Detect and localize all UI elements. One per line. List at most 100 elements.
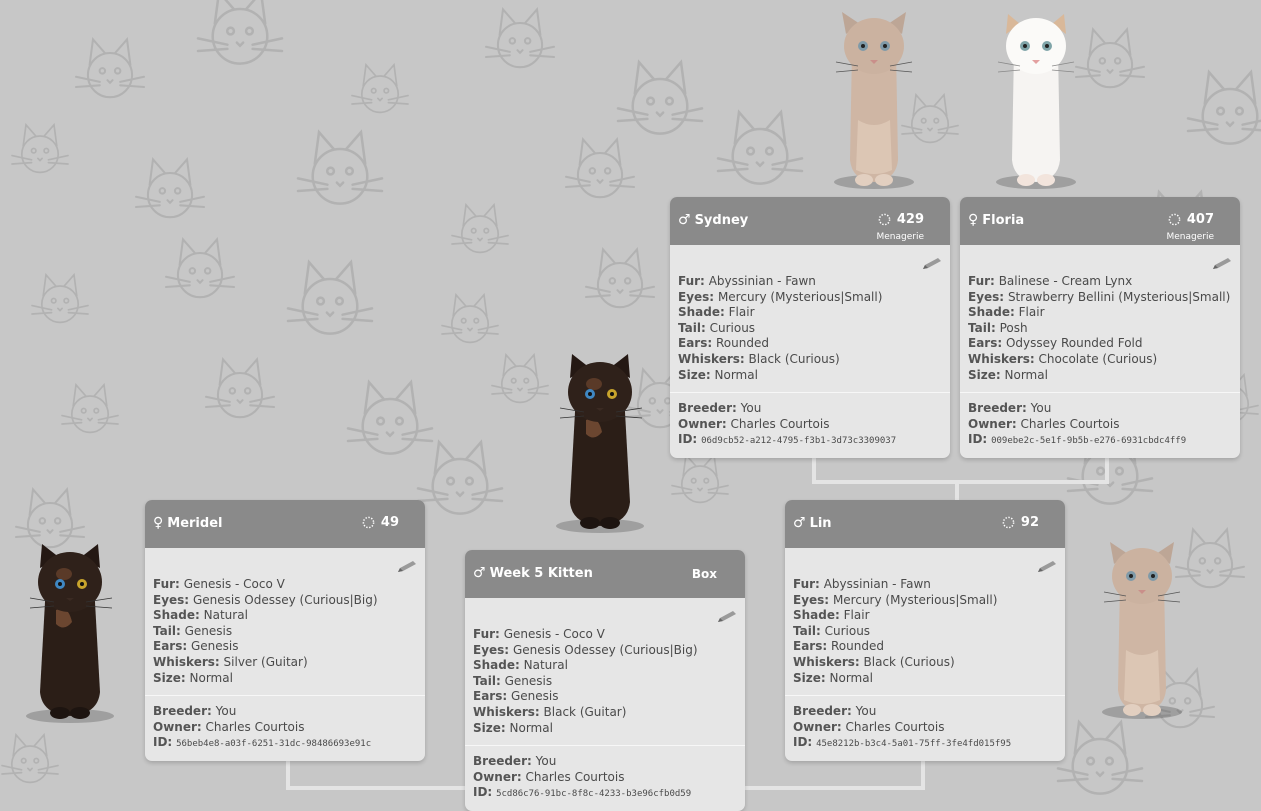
cat-face-pattern-icon — [14, 488, 86, 549]
trait-ears: Ears: Rounded — [678, 336, 769, 351]
owner-row: Owner: Charles Courtois — [968, 416, 1120, 431]
traits-section: Fur: Abyssinian - Fawn Eyes: Mercury (My… — [670, 245, 950, 392]
trait-whiskers: Whiskers: Black (Curious) — [793, 654, 955, 669]
cat-face-pattern-icon — [491, 353, 549, 404]
trait-eyes: Eyes: Mercury (Mysterious|Small) — [678, 289, 883, 304]
tree-connector — [286, 761, 290, 789]
cat-face-pattern-icon — [286, 260, 374, 335]
trait-fur: Fur: Abyssinian - Fawn — [793, 577, 931, 591]
pencil-icon[interactable] — [920, 257, 942, 271]
trait-tail: Tail: Curious — [678, 320, 756, 335]
trait-size: Size: Normal — [473, 720, 553, 735]
cat-name: Week 5 Kitten — [489, 565, 593, 581]
cat-face-pattern-icon — [11, 123, 69, 174]
trait-ears: Ears: Rounded — [793, 639, 884, 654]
male-gender-icon: ♂ — [793, 515, 806, 531]
card-header: ♂ Sydney 429 Menagerie — [670, 197, 950, 245]
cat-figure-sydney[interactable] — [828, 10, 920, 192]
cat-face-pattern-icon — [441, 293, 499, 344]
cat-face-pattern-icon — [671, 453, 729, 504]
trait-ears: Ears: Genesis — [153, 639, 239, 654]
id-row: ID: 009ebe2c-5e1f-9b5b-e276-6931cbdc4ff9 — [968, 432, 1187, 447]
cat-figure-floria[interactable] — [990, 10, 1082, 192]
stat-badge: 92 — [1002, 515, 1039, 530]
trait-whiskers: Whiskers: Black (Curious) — [678, 351, 840, 366]
tree-connector — [921, 761, 925, 789]
cat-face-pattern-icon — [61, 383, 119, 434]
dotted-circle-icon — [878, 213, 891, 226]
cat-face-pattern-icon — [74, 38, 146, 99]
stat-badge: 429 — [878, 212, 924, 227]
cat-figure-meridel[interactable] — [20, 540, 120, 725]
card-title[interactable]: ♀ Meridel — [153, 515, 222, 531]
breeder-row: Breeder: You — [678, 401, 762, 416]
cat-face-pattern-icon — [451, 203, 509, 254]
cat-figure-week-5-kitten[interactable] — [550, 350, 650, 535]
cat-name: Floria — [982, 212, 1025, 228]
cat-card-meridel[interactable]: ♀ Meridel 49 Fur: Genesis - Coco V Eyes:… — [145, 500, 425, 761]
cat-face-pattern-icon — [716, 110, 804, 185]
card-subtitle: Menagerie — [1166, 232, 1214, 242]
breeder-row: Breeder: You — [793, 704, 877, 719]
pencil-icon[interactable] — [1035, 560, 1057, 574]
trait-shade: Shade: Flair — [793, 608, 870, 623]
card-title[interactable]: ♀ Floria — [968, 212, 1024, 228]
cat-card-floria[interactable]: ♀ Floria 407 Menagerie Fur: Balinese - C… — [960, 197, 1240, 458]
trait-fur: Fur: Genesis - Coco V — [473, 627, 605, 641]
card-title[interactable]: ♂ Sydney — [678, 212, 748, 228]
cat-card-week-5-kitten[interactable]: ♂ Week 5 Kitten Box Fur: Genesis - Coco … — [465, 550, 745, 811]
trait-eyes: Eyes: Genesis Odessey (Curious|Big) — [473, 642, 698, 657]
trait-whiskers: Whiskers: Chocolate (Curious) — [968, 351, 1158, 366]
id-row: ID: 06d9cb52-a212-4795-f3b1-3d73c3309037 — [678, 432, 897, 447]
trait-shade: Shade: Flair — [678, 305, 755, 320]
male-gender-icon: ♂ — [678, 212, 691, 228]
owner-row: Owner: Charles Courtois — [678, 416, 830, 431]
card-title[interactable]: ♂ Week 5 Kitten — [473, 565, 593, 581]
stat-value: 429 — [896, 212, 924, 227]
female-gender-icon: ♀ — [153, 515, 164, 531]
cat-face-pattern-icon — [584, 248, 656, 309]
tree-connector — [812, 480, 1109, 484]
ownership-section: Breeder: You Owner: Charles Courtois ID:… — [465, 745, 745, 811]
card-subtitle: Menagerie — [876, 232, 924, 242]
traits-section: Fur: Genesis - Coco V Eyes: Genesis Odes… — [465, 598, 745, 745]
stat-value: 407 — [1186, 212, 1214, 227]
dotted-circle-icon — [1168, 213, 1181, 226]
cat-name: Meridel — [167, 515, 223, 531]
cat-face-pattern-icon — [1074, 28, 1146, 89]
trait-fur: Fur: Balinese - Cream Lynx — [968, 274, 1133, 288]
breeder-row: Breeder: You — [968, 401, 1052, 416]
traits-section: Fur: Balinese - Cream Lynx Eyes: Strawbe… — [960, 245, 1240, 392]
cat-face-pattern-icon — [564, 138, 636, 199]
stat-badge: 407 — [1168, 212, 1214, 227]
cat-name: Lin — [809, 515, 832, 531]
tree-connector — [955, 482, 959, 502]
card-title[interactable]: ♂ Lin — [793, 515, 832, 531]
box-badge: Box — [691, 567, 717, 581]
cat-card-lin[interactable]: ♂ Lin 92 Fur: Abyssinian - Fawn Eyes: Me… — [785, 500, 1065, 761]
cat-face-pattern-icon — [196, 0, 284, 65]
trait-whiskers: Whiskers: Silver (Guitar) — [153, 654, 308, 669]
id-row: ID: 45e8212b-b3c4-5a01-75ff-3fe4fd015f95 — [793, 735, 1012, 750]
cat-face-pattern-icon — [484, 8, 556, 69]
card-header: ♂ Lin 92 — [785, 500, 1065, 548]
cat-face-pattern-icon — [416, 440, 504, 515]
cat-face-pattern-icon — [204, 358, 276, 419]
cat-face-pattern-icon — [31, 273, 89, 324]
breeder-row: Breeder: You — [473, 754, 557, 769]
owner-row: Owner: Charles Courtois — [793, 719, 945, 734]
pencil-icon[interactable] — [395, 560, 417, 574]
cat-card-sydney[interactable]: ♂ Sydney 429 Menagerie Fur: Abyssinian -… — [670, 197, 950, 458]
ownership-section: Breeder: You Owner: Charles Courtois ID:… — [145, 695, 425, 761]
card-header: ♀ Meridel 49 — [145, 500, 425, 548]
trait-eyes: Eyes: Genesis Odessey (Curious|Big) — [153, 592, 378, 607]
trait-tail: Tail: Genesis — [153, 623, 233, 638]
cat-figure-lin[interactable] — [1096, 540, 1188, 722]
pencil-icon[interactable] — [715, 610, 737, 624]
trait-tail: Tail: Posh — [968, 320, 1028, 335]
owner-row: Owner: Charles Courtois — [153, 719, 305, 734]
pencil-icon[interactable] — [1210, 257, 1232, 271]
trait-shade: Shade: Flair — [968, 305, 1045, 320]
trait-shade: Shade: Natural — [153, 608, 248, 623]
trait-whiskers: Whiskers: Black (Guitar) — [473, 704, 627, 719]
